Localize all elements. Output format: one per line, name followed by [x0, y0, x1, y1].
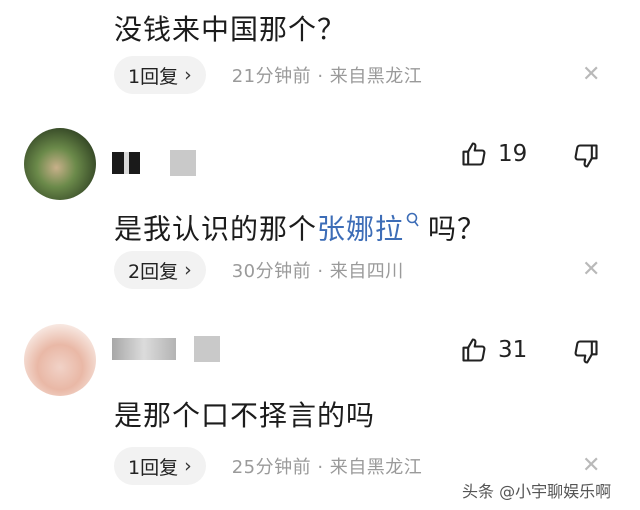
like-count: 31: [498, 337, 528, 363]
thumbs-down-icon[interactable]: [572, 142, 600, 170]
like-button[interactable]: 31: [460, 336, 527, 364]
close-icon[interactable]: ✕: [582, 453, 600, 478]
reply-count-label: 2回复: [128, 260, 179, 283]
comment-text: 没钱来中国那个？: [114, 13, 347, 46]
chevron-right-icon: ›: [184, 259, 192, 281]
reply-button[interactable]: 1回复 ›: [114, 56, 206, 94]
user-badge-pixelated: [170, 150, 196, 176]
like-count: 19: [498, 141, 528, 167]
username-censored[interactable]: [112, 150, 196, 176]
comment-text: 是那个口不择言的吗: [114, 399, 376, 432]
close-icon[interactable]: ✕: [582, 257, 600, 282]
thumbs-up-icon: [460, 140, 488, 168]
reply-count-label: 1回复: [128, 456, 179, 479]
reply-count-label: 1回复: [128, 65, 179, 88]
reply-button[interactable]: 1回复 ›: [114, 447, 206, 485]
chevron-right-icon: ›: [184, 64, 192, 86]
reply-button[interactable]: 2回复 ›: [114, 251, 206, 289]
comment-timestamp-location: 30分钟前 · 来自四川: [231, 261, 404, 282]
mention-link[interactable]: 张娜拉: [317, 212, 404, 245]
user-badge-pixelated: [194, 336, 220, 362]
watermark: 头条 @小宇聊娱乐啊: [462, 482, 612, 501]
avatar[interactable]: [24, 128, 96, 200]
comment-meta-row: 1回复 › 21分钟前 · 来自黑龙江: [114, 56, 422, 94]
thumbs-up-icon: [460, 336, 488, 364]
comment-timestamp-location: 25分钟前 · 来自黑龙江: [231, 457, 423, 478]
comment-text-part: 是我认识的那个: [114, 212, 318, 246]
comment-text: 是我认识的那个张娜拉 吗？: [114, 202, 486, 247]
close-icon[interactable]: ✕: [582, 62, 600, 87]
thumbs-down-icon[interactable]: [572, 338, 600, 366]
chevron-right-icon: ›: [184, 455, 192, 477]
search-icon[interactable]: [406, 202, 420, 235]
username-censored[interactable]: [112, 336, 220, 362]
comment-meta-row: 2回复 › 30分钟前 · 来自四川: [114, 251, 404, 289]
comment-text-part: 吗？: [428, 212, 487, 246]
like-button[interactable]: 19: [460, 140, 527, 168]
comment-timestamp-location: 21分钟前 · 来自黑龙江: [231, 66, 423, 87]
comment-meta-row: 1回复 › 25分钟前 · 来自黑龙江: [114, 447, 422, 485]
avatar[interactable]: [24, 324, 96, 396]
username-pixelated: [112, 338, 176, 360]
username-pixelated: [112, 152, 152, 174]
